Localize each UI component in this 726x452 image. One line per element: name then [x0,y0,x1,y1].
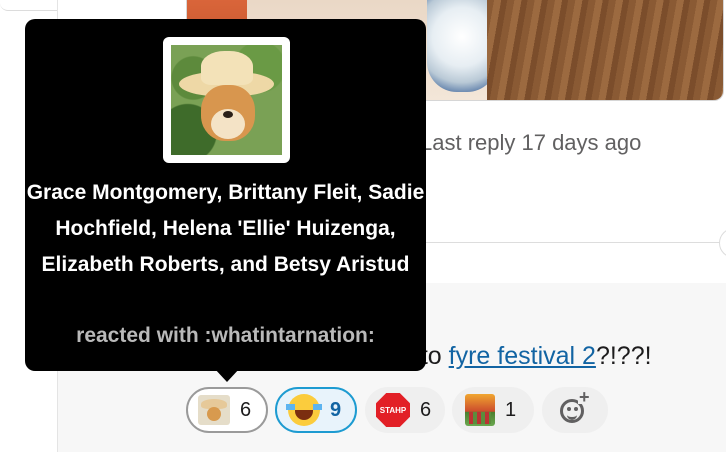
tooltip-reaction-action: reacted with :whatintarnation: [76,324,375,347]
message-text: g to fyre festival 2?!??! [400,342,652,371]
reaction-dumpster-fire[interactable]: 1 [452,387,534,433]
whatintarnation-emoji-icon [198,395,230,425]
whatintarnation-emoji-large-icon [171,45,282,155]
reaction-joy[interactable]: 9 [275,387,357,433]
reaction-whatintarnation[interactable]: 6 [186,387,268,433]
add-reaction-icon: + [559,388,591,426]
tooltip-emoji-preview [163,37,290,163]
reaction-stahp[interactable]: STAHP 6 [365,387,445,433]
dumpster-fire-emoji-icon [465,394,495,426]
joy-emoji-icon [286,394,322,426]
reaction-count: 1 [505,398,517,421]
divider-circle [719,228,726,258]
tooltip-reactor-names: Grace Montgomery, Brittany Fleit, Sadie … [26,181,425,276]
reaction-count: 6 [420,398,432,421]
message-link[interactable]: fyre festival 2 [449,342,596,370]
reaction-count: 9 [330,398,342,421]
message-text-suffix: ?!??! [595,342,652,370]
image-region [487,0,723,100]
reaction-count: 6 [240,398,252,421]
tooltip-arrow [214,368,240,382]
stahp-emoji-icon: STAHP [376,393,410,427]
gutter-tab [0,0,57,11]
thread-reply-meta[interactable]: Last reply 17 days ago [420,130,641,156]
add-reaction-button[interactable]: + [542,387,608,433]
